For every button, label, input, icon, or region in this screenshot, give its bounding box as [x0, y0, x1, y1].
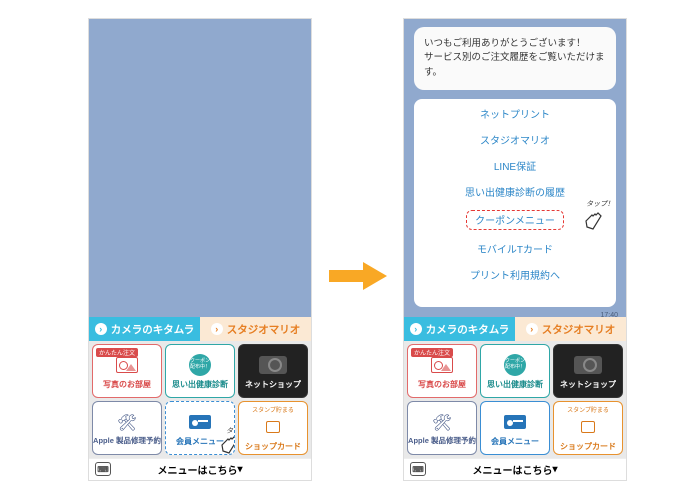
bubble-line-2: サービス別のご注文履歴をご覧いただけます。 — [424, 51, 606, 80]
tile-label: ショップカード — [245, 441, 301, 452]
tile-net-shop[interactable]: ネットショップ — [238, 344, 308, 398]
rich-menu-tabs: › カメラのキタムラ › スタジオマリオ — [404, 317, 626, 341]
tile-health-check[interactable]: クーポン配布中！ 思い出健康診断 — [480, 344, 550, 398]
tile-label: 思い出健康診断 — [172, 379, 228, 390]
tap-label: タップ！ — [226, 426, 235, 436]
menu-footer[interactable]: ⌨ メニューはこちら▾ — [404, 458, 626, 480]
bubble-line-1: いつもご利用ありがとうございます！ — [424, 37, 606, 51]
tile-badge: かんたん注文 — [96, 348, 138, 357]
chevron-right-icon: › — [410, 323, 422, 335]
card-stamp-icon — [266, 415, 280, 439]
tab-label: カメラのキタムラ — [111, 322, 194, 337]
camera-icon — [574, 353, 602, 377]
coupon-bubble-icon: クーポン配布中！ — [189, 353, 211, 377]
chat-area: いつもご利用ありがとうございます！ サービス別のご注文履歴をご覧いただけます。 … — [404, 19, 626, 317]
chevron-down-icon: ▾ — [237, 464, 242, 475]
tab-studiomario[interactable]: › スタジオマリオ — [200, 317, 311, 341]
chat-link-card: ネットプリント スタジオマリオ LINE保証 思い出健康診断の履歴 クーポンメニ… — [414, 99, 616, 307]
tile-badge: かんたん注文 — [411, 348, 453, 357]
tap-hand-icon — [580, 207, 606, 233]
camera-icon — [259, 353, 287, 377]
tile-label: 写真のお部屋 — [103, 379, 151, 390]
chevron-right-icon: › — [95, 323, 107, 335]
card-stamp-icon — [581, 415, 595, 439]
keyboard-icon[interactable]: ⌨ — [410, 462, 426, 476]
link-coupon-menu[interactable]: クーポンメニュー タップ！ — [418, 209, 612, 231]
tile-shop-card[interactable]: スタンプ貯まる ショップカード — [553, 401, 623, 455]
id-card-icon — [504, 410, 526, 434]
chat-area — [89, 19, 311, 317]
tile-photo-room[interactable]: かんたん注文 写真のお部屋 — [407, 344, 477, 398]
tile-label: Apple 製品修理予約 — [408, 437, 476, 445]
tile-label: 思い出健康診断 — [487, 379, 543, 390]
tile-label: ショップカード — [560, 441, 616, 452]
tile-label: Apple 製品修理予約 — [93, 437, 161, 445]
tab-kitamura[interactable]: › カメラのキタムラ — [404, 317, 515, 341]
phone-screen-after: いつもご利用ありがとうございます！ サービス別のご注文履歴をご覧いただけます。 … — [403, 18, 627, 481]
tile-photo-room[interactable]: かんたん注文 写真のお部屋 — [92, 344, 162, 398]
link-studio-mario[interactable]: スタジオマリオ — [418, 131, 612, 148]
footer-label: メニューはこちら — [472, 462, 552, 477]
keyboard-icon[interactable]: ⌨ — [95, 462, 111, 476]
id-card-icon — [189, 410, 211, 434]
tile-label: ネットショップ — [560, 379, 616, 390]
footer-label: メニューはこちら — [157, 462, 237, 477]
coupon-bubble-icon: クーポン配布中！ — [504, 353, 526, 377]
tile-member-menu[interactable]: 会員メニュー — [480, 401, 550, 455]
link-net-print[interactable]: ネットプリント — [418, 105, 612, 122]
tile-label: 写真のお部屋 — [418, 379, 466, 390]
chevron-right-icon: › — [211, 323, 223, 335]
chevron-down-icon: ▾ — [552, 464, 557, 475]
tab-label: スタジオマリオ — [227, 322, 301, 337]
tab-label: カメラのキタムラ — [426, 322, 509, 337]
tile-shop-card[interactable]: スタンプ貯まる ショップカード — [238, 401, 308, 455]
link-mobile-tcard[interactable]: モバイルTカード — [418, 240, 612, 257]
tile-apple-repair[interactable]: 🛠 Apple 製品修理予約 — [407, 401, 477, 455]
link-memory-health[interactable]: 思い出健康診断の履歴 — [418, 183, 612, 200]
link-line-warranty[interactable]: LINE保証 — [418, 157, 612, 174]
tile-label: ネットショップ — [245, 379, 301, 390]
photo-icon — [431, 353, 453, 377]
tile-label: 会員メニュー — [491, 436, 539, 447]
tile-member-menu[interactable]: 会員メニュー タップ！ — [165, 401, 235, 455]
link-print-terms[interactable]: プリント利用規約へ — [418, 266, 612, 283]
wrench-icon: 🛠 — [432, 411, 452, 435]
rich-menu-grid: かんたん注文 写真のお部屋 クーポン配布中！ 思い出健康診断 ネットショップ 🛠… — [89, 341, 311, 458]
tile-apple-repair[interactable]: 🛠 Apple 製品修理予約 — [92, 401, 162, 455]
phone-screen-before: › カメラのキタムラ › スタジオマリオ かんたん注文 写真のお部屋 クーポン配… — [88, 18, 312, 481]
menu-footer[interactable]: ⌨ メニューはこちら▾ — [89, 458, 311, 480]
chat-bubble: いつもご利用ありがとうございます！ サービス別のご注文履歴をご覧いただけます。 — [414, 27, 616, 90]
chevron-right-icon: › — [526, 323, 538, 335]
arrow-right-icon — [329, 260, 387, 292]
tile-net-shop[interactable]: ネットショップ — [553, 344, 623, 398]
rich-menu-grid: かんたん注文 写真のお部屋 クーポン配布中！ 思い出健康診断 ネットショップ 🛠… — [404, 341, 626, 458]
tile-label: 会員メニュー — [176, 436, 224, 447]
rich-menu-tabs: › カメラのキタムラ › スタジオマリオ — [89, 317, 311, 341]
wrench-icon: 🛠 — [117, 411, 137, 435]
tab-studiomario[interactable]: › スタジオマリオ — [515, 317, 626, 341]
tile-sub: スタンプ貯まる — [567, 405, 609, 414]
tab-label: スタジオマリオ — [542, 322, 616, 337]
tap-label: タップ！ — [586, 199, 614, 209]
tile-health-check[interactable]: クーポン配布中！ 思い出健康診断 — [165, 344, 235, 398]
tile-sub: スタンプ貯まる — [252, 405, 294, 414]
tab-kitamura[interactable]: › カメラのキタムラ — [89, 317, 200, 341]
message-timestamp: 17:40 — [600, 312, 618, 319]
photo-icon — [116, 353, 138, 377]
